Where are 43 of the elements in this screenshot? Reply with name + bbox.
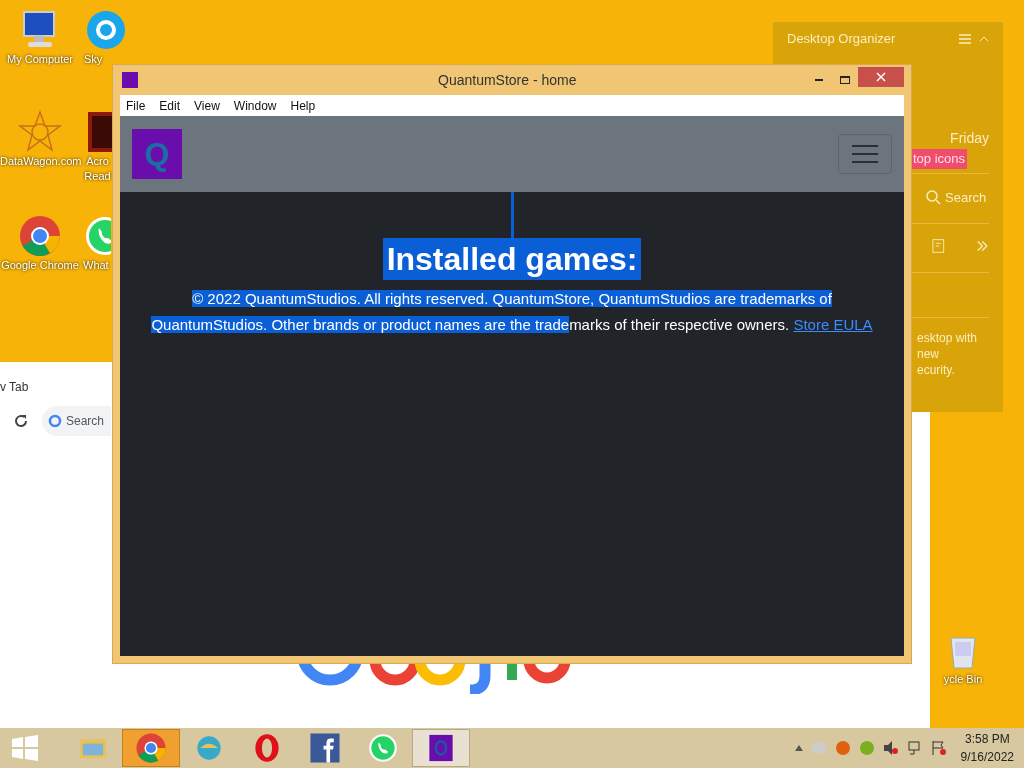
window-title: QuantumStore - home — [438, 70, 577, 90]
tab-title[interactable]: v Tab — [0, 378, 29, 396]
search-field[interactable]: Search — [42, 406, 111, 436]
menu-item[interactable]: Edit — [159, 96, 181, 115]
tag-label: top icons — [910, 149, 967, 169]
eula-link[interactable]: Store EULA — [793, 316, 873, 333]
chrome-icon — [18, 214, 62, 258]
selection-highlight — [510, 192, 514, 238]
speaker-muted-icon[interactable] — [882, 740, 899, 756]
collapse-icon[interactable] — [979, 36, 989, 42]
menu-item[interactable]: View — [194, 96, 220, 115]
chevron-up-icon[interactable] — [794, 745, 803, 751]
menu-item[interactable]: Window — [233, 96, 277, 115]
taskbar-button[interactable] — [122, 729, 180, 767]
menu-icon — [852, 144, 878, 164]
note-icon[interactable] — [932, 238, 947, 254]
menu-item[interactable]: File — [126, 96, 146, 115]
reload-icon[interactable] — [12, 412, 30, 430]
app-icon — [122, 72, 138, 88]
flag-icon[interactable] — [930, 740, 947, 756]
facebook-icon — [309, 732, 341, 764]
taskbar-button[interactable] — [412, 729, 470, 767]
description-text: esktop with new ecurity. — [917, 330, 979, 378]
google-g-icon — [48, 414, 62, 428]
heading: Installed games: — [382, 238, 642, 280]
day-text: Friday — [950, 129, 989, 148]
copyright-text: © 2022 QuantumStudios. All rights reserved. QuantumStore, QuantumStudios are trademarks of QuantumStudios. Other brands or product names are the trademarks of their respective owners. Store EULA — [150, 289, 874, 335]
clock-time[interactable]: 3:58 PM — [964, 730, 1010, 748]
phone-bubble-icon — [367, 732, 399, 764]
menu-icon[interactable] — [959, 34, 971, 44]
search-icon[interactable] — [925, 189, 941, 206]
close-icon — [876, 72, 886, 82]
tray-app-icon[interactable] — [858, 740, 875, 756]
menu-item[interactable]: Help — [290, 96, 316, 115]
tray-app-icon[interactable] — [834, 740, 851, 756]
network-icon[interactable] — [906, 740, 923, 756]
star-pattern-icon — [18, 110, 62, 154]
windows-icon[interactable] — [12, 735, 38, 761]
menu-toggle-button[interactable] — [838, 134, 892, 174]
chrome-icon — [135, 732, 167, 764]
chevrons-icon[interactable] — [976, 239, 989, 253]
clock-date[interactable]: 9/16/2022 — [960, 748, 1014, 766]
panel-title: Desktop Organizer — [787, 30, 896, 49]
